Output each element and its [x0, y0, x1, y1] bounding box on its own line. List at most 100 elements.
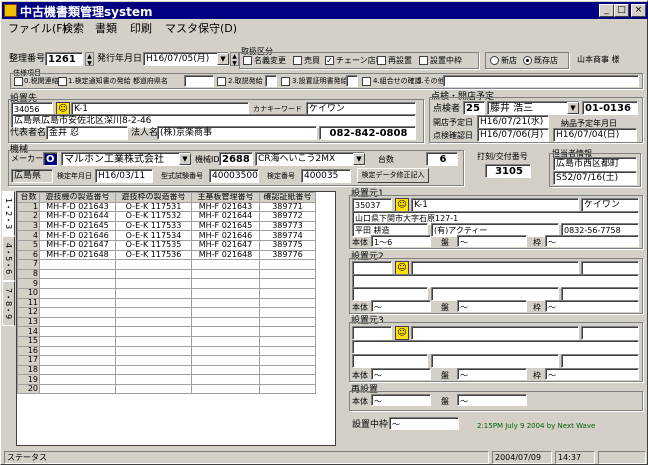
grid-cell[interactable]: [39, 345, 116, 357]
moto2-address-input[interactable]: [352, 274, 639, 288]
hakko-spinner[interactable]: ▲ ▼: [230, 52, 239, 67]
renraku-check-3[interactable]: [281, 77, 290, 86]
moto2-hontai-input[interactable]: ～: [371, 300, 431, 312]
grid-cell[interactable]: O-E-K 117532: [115, 211, 192, 222]
grid-cell[interactable]: [191, 297, 260, 309]
renraku-pref-input[interactable]: [184, 75, 214, 87]
grid-cell[interactable]: [115, 345, 192, 357]
hakko-dropdown-icon[interactable]: ▼: [217, 53, 229, 65]
grid-cell[interactable]: 389771: [259, 201, 316, 213]
tab-7-8-9[interactable]: 7・8・9: [2, 281, 15, 326]
kishu-name-select[interactable]: CR海へいこう2MX: [255, 152, 365, 166]
table-row[interactable]: 4 MH-F-D 021646 O-E-K 117534 MH-F 021646 389…: [17, 230, 316, 241]
moto3-kana-input[interactable]: [581, 326, 639, 340]
table-row[interactable]: 6 MH-F-D 021648 O-E-K 117536 MH-F 021648 389…: [17, 249, 316, 261]
grid-cell[interactable]: [115, 383, 192, 395]
setchi-rep-input[interactable]: 金井 忍: [46, 126, 128, 140]
grid-cell[interactable]: [115, 297, 192, 309]
grid-cell[interactable]: [191, 364, 260, 376]
renraku-check-2[interactable]: [217, 77, 226, 86]
moto1-ban-input[interactable]: ～: [457, 235, 527, 247]
grid-cell[interactable]: [259, 259, 316, 270]
grid-cell[interactable]: MH-F-D 021645: [39, 220, 116, 232]
tab-1-2-3[interactable]: 1・2・3: [2, 191, 15, 236]
grid-cell[interactable]: [39, 278, 116, 289]
moto3-name-input[interactable]: [411, 326, 579, 340]
seiri-spinner[interactable]: ▲ ▼: [85, 52, 94, 67]
grid-cell[interactable]: [115, 278, 192, 289]
torihiki-check-chuwaku[interactable]: [419, 56, 428, 65]
machine-grid[interactable]: 台数 遊技機の製造番号 遊技枠の製造番号 主基板管理番号 確認証紙番号 1 MH-F-D …: [16, 191, 336, 446]
table-row[interactable]: 10: [17, 287, 316, 299]
table-row[interactable]: 5 MH-F-D 021647 O-E-K 117535 MH-F 021647 389…: [17, 239, 316, 251]
grid-cell[interactable]: [259, 345, 316, 357]
kishu-daisu-input[interactable]: 6: [426, 152, 458, 166]
grid-cell[interactable]: [191, 278, 260, 289]
grid-cell[interactable]: [259, 297, 316, 309]
kishu-maker-dropdown-icon[interactable]: ▼: [179, 153, 191, 165]
dakoku-input[interactable]: 3105: [485, 164, 531, 178]
grid-cell[interactable]: [115, 287, 192, 299]
menu-documents[interactable]: 書類: [95, 20, 117, 36]
grid-cell[interactable]: [39, 287, 116, 299]
tanto-date-input[interactable]: S52/07/16(土): [553, 171, 637, 185]
grid-cell[interactable]: MH-F 021643: [191, 201, 260, 213]
grid-cell[interactable]: [259, 278, 316, 289]
torihiki-check-meigi[interactable]: [243, 56, 252, 65]
setchi-tel-input[interactable]: 082-842-0808: [319, 126, 416, 140]
menu-search[interactable]: 検索: [62, 20, 84, 36]
grid-cell[interactable]: [39, 326, 116, 337]
grid-cell[interactable]: [191, 316, 260, 328]
minimize-button[interactable]: _: [599, 4, 614, 17]
resetchi-ban-input[interactable]: ～: [457, 394, 527, 406]
grid-cell[interactable]: O-E-K 117534: [115, 230, 192, 241]
grid-cell[interactable]: MH-F 021648: [191, 249, 260, 261]
grid-cell[interactable]: [115, 355, 192, 366]
table-row[interactable]: 13: [17, 316, 316, 328]
grid-cell[interactable]: O-E-K 117535: [115, 239, 192, 251]
grid-cell[interactable]: O-E-K 117533: [115, 220, 192, 232]
grid-cell[interactable]: [115, 374, 192, 385]
moto2-tel-input[interactable]: [561, 287, 639, 301]
moto3-corp-input[interactable]: [431, 354, 559, 368]
close-button[interactable]: ×: [631, 4, 646, 17]
grid-cell[interactable]: [115, 316, 192, 328]
renraku-check-4[interactable]: [362, 77, 371, 86]
grid-cell[interactable]: [39, 307, 116, 318]
menu-master[interactable]: マスタ保守(D): [165, 20, 237, 36]
grid-cell[interactable]: MH-F-D 021647: [39, 239, 116, 251]
grid-cell[interactable]: MH-F-D 021648: [39, 249, 116, 261]
grid-cell[interactable]: [191, 355, 260, 366]
grid-cell[interactable]: MH-F 021646: [191, 230, 260, 241]
moto3-lookup-icon[interactable]: ☺: [395, 326, 409, 340]
grid-cell[interactable]: MH-F 021644: [191, 211, 260, 222]
moto1-name-input[interactable]: K-1: [411, 198, 579, 212]
grid-cell[interactable]: [259, 326, 316, 337]
grid-cell[interactable]: 389774: [259, 230, 316, 241]
resetchi-hontai-input[interactable]: ～: [371, 394, 431, 406]
tenken-open-input[interactable]: H16/07/21(水): [477, 115, 549, 129]
grid-cell[interactable]: [39, 364, 116, 376]
grid-cell[interactable]: [259, 335, 316, 347]
tenken-confirm-input[interactable]: H16/07/06(月): [477, 128, 549, 142]
setchi-corp-input[interactable]: (株)京楽商事: [157, 126, 317, 140]
table-row[interactable]: 2 MH-F-D 021644 O-E-K 117532 MH-F 021644 389…: [17, 211, 316, 222]
grid-cell[interactable]: 389772: [259, 211, 316, 222]
grid-cell[interactable]: [191, 326, 260, 337]
table-row[interactable]: 18: [17, 364, 316, 376]
tenken-person-dropdown-icon[interactable]: ▼: [567, 102, 579, 114]
moto2-corp-input[interactable]: [431, 287, 559, 301]
grid-cell[interactable]: 389775: [259, 239, 316, 251]
renraku-check-0[interactable]: [14, 77, 23, 86]
grid-cell[interactable]: [39, 335, 116, 347]
tanto-area-input[interactable]: 広島市西区都町: [553, 157, 637, 171]
tenken-nouhin-input[interactable]: H16/07/04(日): [553, 128, 637, 142]
moto3-rep-input[interactable]: [352, 354, 428, 368]
grid-cell[interactable]: [39, 316, 116, 328]
kishu-id-input[interactable]: 2688: [219, 152, 253, 166]
menu-print[interactable]: 印刷: [130, 20, 152, 36]
tenken-person-no-input[interactable]: 25: [463, 101, 485, 115]
grid-cell[interactable]: [259, 364, 316, 376]
grid-cell[interactable]: [115, 335, 192, 347]
grid-cell[interactable]: [39, 374, 116, 385]
